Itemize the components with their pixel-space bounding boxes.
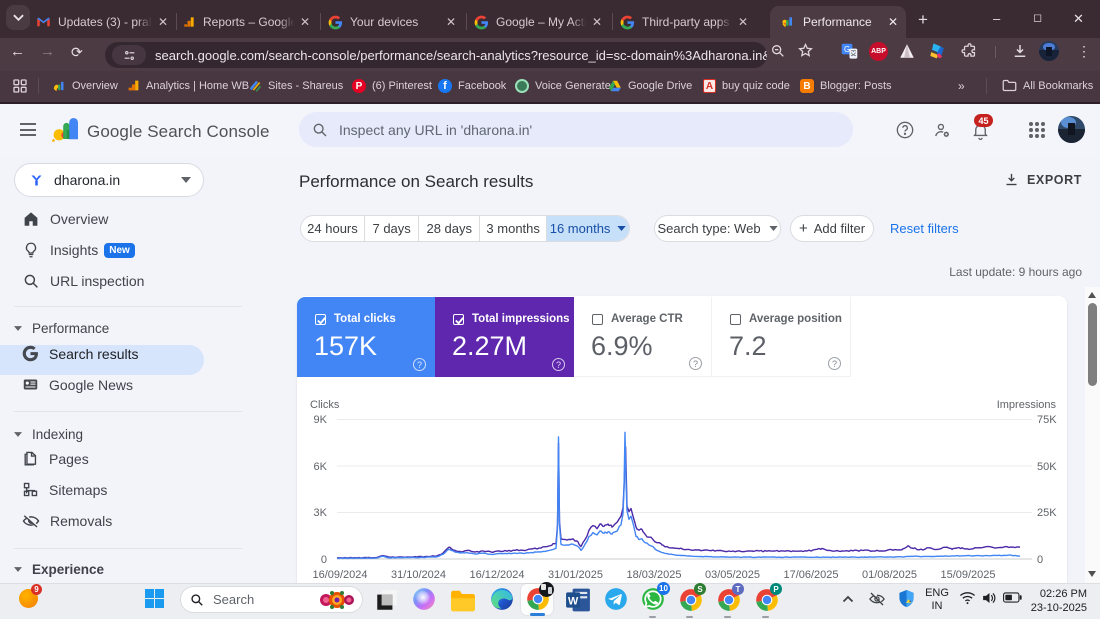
svg-text:25K: 25K (1037, 507, 1057, 519)
svg-text:75K: 75K (1037, 414, 1057, 426)
svg-text:17/06/2025: 17/06/2025 (783, 569, 838, 581)
svg-text:31/10/2024: 31/10/2024 (391, 569, 446, 581)
svg-text:0: 0 (321, 554, 327, 566)
svg-text:6K: 6K (314, 461, 328, 473)
svg-text:9K: 9K (314, 414, 328, 426)
svg-text:16/09/2024: 16/09/2024 (312, 569, 367, 581)
svg-text:50K: 50K (1037, 461, 1057, 473)
svg-text:G: G (844, 45, 850, 54)
svg-text:Impressions: Impressions (997, 399, 1057, 411)
svg-text:03/05/2025: 03/05/2025 (705, 569, 760, 581)
svg-text:18/03/2025: 18/03/2025 (626, 569, 681, 581)
svg-text:0: 0 (1037, 554, 1043, 566)
svg-text:W: W (568, 595, 579, 607)
svg-text:15/09/2025: 15/09/2025 (940, 569, 995, 581)
svg-text:3K: 3K (314, 507, 328, 519)
svg-text:16/12/2024: 16/12/2024 (469, 569, 524, 581)
svg-text:01/08/2025: 01/08/2025 (862, 569, 917, 581)
svg-text:31/01/2025: 31/01/2025 (548, 569, 603, 581)
svg-text:Clicks: Clicks (310, 399, 340, 411)
